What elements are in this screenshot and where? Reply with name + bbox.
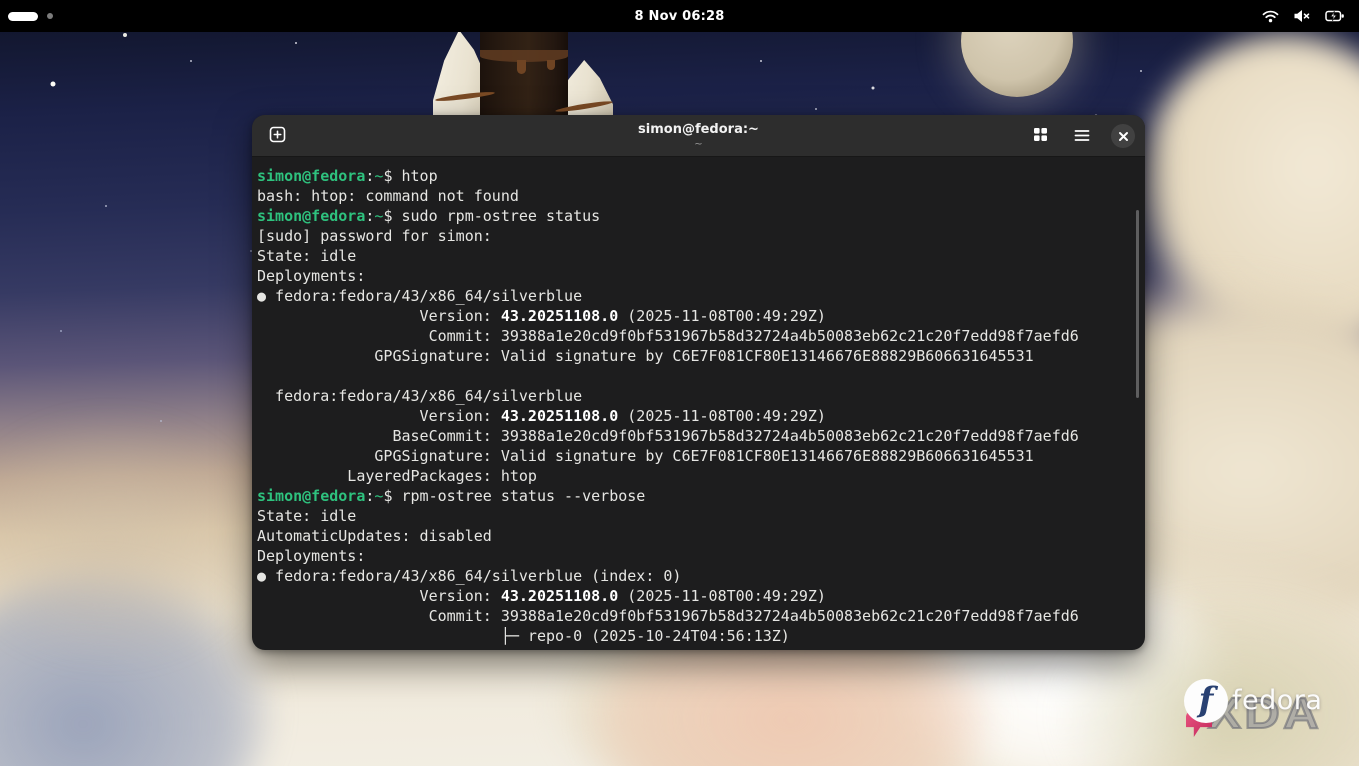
gnome-top-bar: 8 Nov 06:28 bbox=[0, 0, 1359, 32]
terminal-window: simon@fedora:~ ~ bbox=[252, 115, 1145, 650]
terminal-line: Deployments: bbox=[257, 546, 1131, 566]
terminal-line: simon@fedora:~$ rpm-ostree status --verb… bbox=[257, 486, 1131, 506]
workspace-pill-active[interactable] bbox=[8, 12, 38, 21]
terminal-line: simon@fedora:~$ sudo rpm-ostree status bbox=[257, 206, 1131, 226]
workspace-indicator[interactable] bbox=[0, 0, 53, 32]
new-tab-button[interactable] bbox=[264, 123, 290, 149]
terminal-line: GPGSignature: Valid signature by C6E7F08… bbox=[257, 446, 1131, 466]
terminal-line: LayeredPackages: htop bbox=[257, 466, 1131, 486]
clock[interactable]: 8 Nov 06:28 bbox=[635, 9, 725, 24]
window-title-block: simon@fedora:~ ~ bbox=[638, 121, 759, 149]
terminal-line: BaseCommit: 39388a1e20cd9f0bf531967b58d3… bbox=[257, 426, 1131, 446]
terminal-line: AutomaticUpdates: disabled bbox=[257, 526, 1131, 546]
tab-overview-button[interactable] bbox=[1027, 123, 1053, 149]
volume-muted-icon bbox=[1293, 9, 1311, 23]
fedora-wordmark: fedora bbox=[1232, 685, 1322, 716]
terminal-line: fedora:fedora/43/x86_64/silverblue bbox=[257, 386, 1131, 406]
terminal-line: Deployments: bbox=[257, 266, 1131, 286]
terminal-line: Commit: 39388a1e20cd9f0bf531967b58d32724… bbox=[257, 326, 1131, 346]
terminal-line: Commit: 39388a1e20cd9f0bf531967b58d32724… bbox=[257, 606, 1131, 626]
wifi-icon bbox=[1262, 9, 1279, 24]
terminal-viewport[interactable]: simon@fedora:~$ htopbash: htop: command … bbox=[252, 157, 1145, 649]
fedora-logo-icon: f bbox=[1184, 679, 1228, 723]
terminal-line: simon@fedora:~$ htop bbox=[257, 166, 1131, 186]
terminal-output: simon@fedora:~$ htopbash: htop: command … bbox=[257, 166, 1131, 646]
system-status-area[interactable] bbox=[1262, 0, 1359, 32]
terminal-line: ├─ repo-0 (2025-10-24T04:56:13Z) bbox=[257, 626, 1131, 646]
new-tab-icon bbox=[269, 126, 286, 147]
terminal-line: ● fedora:fedora/43/x86_64/silverblue (in… bbox=[257, 566, 1131, 586]
terminal-line: Version: 43.20251108.0 (2025-11-08T00:49… bbox=[257, 306, 1131, 326]
terminal-line: Version: 43.20251108.0 (2025-11-08T00:49… bbox=[257, 406, 1131, 426]
terminal-line: ● fedora:fedora/43/x86_64/silverblue bbox=[257, 286, 1131, 306]
terminal-line bbox=[257, 366, 1131, 386]
terminal-line: bash: htop: command not found bbox=[257, 186, 1131, 206]
terminal-line: State: idle bbox=[257, 246, 1131, 266]
main-menu-button[interactable] bbox=[1069, 123, 1095, 149]
terminal-line: GPGSignature: Valid signature by C6E7F08… bbox=[257, 346, 1131, 366]
close-icon bbox=[1118, 131, 1129, 142]
terminal-header-bar[interactable]: simon@fedora:~ ~ bbox=[252, 115, 1145, 157]
terminal-line: State: idle bbox=[257, 506, 1131, 526]
terminal-line: [sudo] password for simon: bbox=[257, 226, 1131, 246]
close-window-button[interactable] bbox=[1111, 124, 1135, 148]
terminal-line: Version: 43.20251108.0 (2025-11-08T00:49… bbox=[257, 586, 1131, 606]
battery-charging-icon bbox=[1325, 9, 1345, 23]
tab-overview-icon bbox=[1033, 127, 1048, 146]
window-subtitle: ~ bbox=[638, 139, 759, 150]
terminal-scrollbar-thumb[interactable] bbox=[1136, 210, 1139, 398]
workspace-dot[interactable] bbox=[47, 13, 53, 19]
branding-area: XDA f fedora bbox=[1180, 675, 1350, 745]
window-title: simon@fedora:~ bbox=[638, 123, 759, 137]
hamburger-menu-icon bbox=[1074, 127, 1090, 146]
